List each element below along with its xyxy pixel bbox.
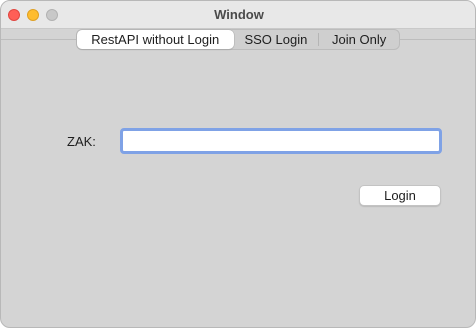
window-title: Window	[214, 7, 264, 22]
zak-input[interactable]	[120, 128, 442, 154]
app-window: Window RestAPI without Login SSO Login J…	[0, 0, 476, 328]
login-button[interactable]: Login	[359, 185, 441, 206]
tab-restapi-without-login[interactable]: RestAPI without Login	[77, 30, 234, 49]
zak-label: ZAK:	[67, 134, 96, 149]
tab-join-only[interactable]: Join Only	[319, 30, 399, 49]
tab-bar: RestAPI without Login SSO Login Join Onl…	[76, 29, 400, 50]
tab-sso-login[interactable]: SSO Login	[234, 30, 319, 49]
title-bar: Window	[1, 1, 475, 29]
